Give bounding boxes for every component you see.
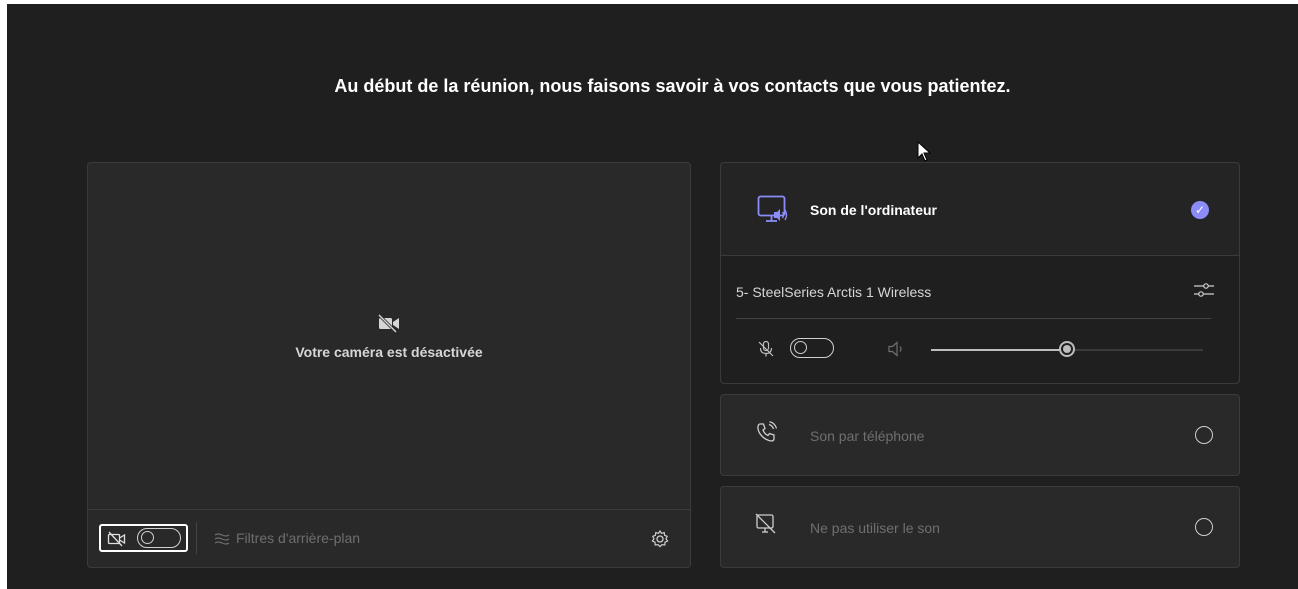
audio-settings-sliders-icon[interactable]	[1193, 281, 1215, 304]
computer-audio-label: Son de l'ordinateur	[810, 202, 938, 218]
phone-audio-icon	[755, 421, 779, 450]
device-settings-gear-icon[interactable]	[650, 529, 670, 554]
computer-audio-header[interactable]: Son de l'ordinateur ✓	[721, 163, 1239, 256]
prejoin-screen: Au début de la réunion, nous faisons sav…	[7, 4, 1298, 589]
phone-audio-radio[interactable]	[1195, 426, 1213, 444]
mic-off-icon	[757, 340, 775, 363]
divider	[196, 522, 197, 554]
camera-switch[interactable]	[137, 528, 181, 548]
switch-knob	[141, 531, 154, 544]
switch-knob	[794, 341, 807, 354]
audio-device-settings: 5- SteelSeries Arctis 1 Wireless	[721, 256, 1239, 383]
mic-switch[interactable]	[790, 338, 834, 358]
no-audio-label: Ne pas utiliser le son	[810, 520, 940, 536]
no-audio-radio[interactable]	[1195, 518, 1213, 536]
camera-off-text: Votre caméra est désactivée	[295, 344, 483, 360]
camera-off-icon	[377, 313, 401, 338]
phone-audio-label: Son par téléphone	[810, 428, 925, 444]
no-audio-icon	[755, 513, 777, 540]
page-title: Au début de la réunion, nous faisons sav…	[334, 76, 1011, 96]
computer-audio-icon	[757, 195, 789, 230]
audio-device-name[interactable]: 5- SteelSeries Arctis 1 Wireless	[736, 284, 931, 300]
camera-toggle[interactable]	[99, 524, 188, 552]
background-filters-button[interactable]: Filtres d'arrière-plan	[214, 530, 360, 546]
divider	[736, 318, 1211, 319]
volume-slider-thumb[interactable]	[1059, 341, 1075, 357]
video-controls-bar: Filtres d'arrière-plan	[88, 509, 690, 567]
phone-audio-option[interactable]: Son par téléphone	[720, 394, 1240, 476]
speaker-icon	[887, 340, 907, 363]
camera-off-placeholder: Votre caméra est désactivée	[88, 313, 690, 360]
video-off-icon	[107, 531, 127, 552]
video-preview: Votre caméra est désactivée Filtres d'ar…	[87, 162, 691, 568]
no-audio-option[interactable]: Ne pas utiliser le son	[720, 486, 1240, 568]
selected-check-icon: ✓	[1191, 201, 1209, 219]
background-filters-label: Filtres d'arrière-plan	[236, 530, 361, 546]
computer-audio-option: Son de l'ordinateur ✓ 5- SteelSeries Arc…	[720, 162, 1240, 384]
background-effects-icon	[214, 533, 230, 545]
volume-slider[interactable]	[931, 341, 1203, 357]
volume-slider-fill	[931, 349, 1067, 351]
